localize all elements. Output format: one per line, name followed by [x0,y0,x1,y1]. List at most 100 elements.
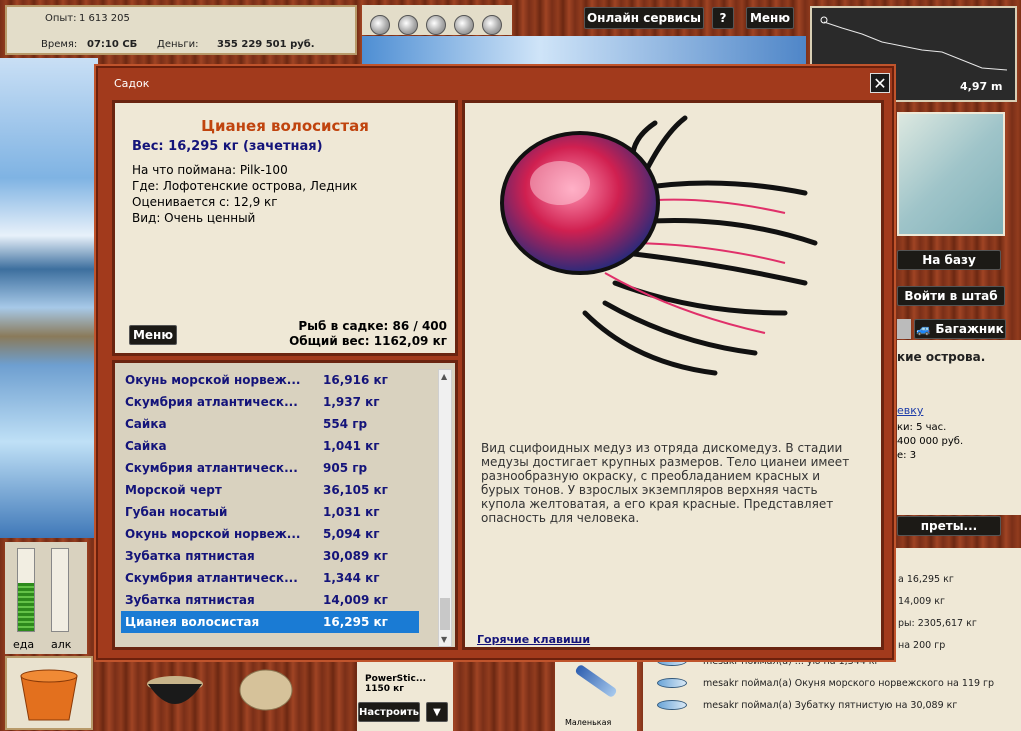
fish-icon [657,700,687,710]
help-button[interactable]: ? [712,7,734,29]
info-line-2: 400 000 руб. [897,436,964,447]
dialog-title: Садок [114,77,150,90]
fish-item-weight: 5,094 кг [323,527,380,541]
fish-weight: Вес: 16,295 кг (зачетная) [132,139,323,154]
exp-value: 1 613 205 [79,13,130,24]
close-button[interactable]: ✕ [870,73,890,93]
fish-item-name: Зубатка пятнистая [125,549,255,563]
fish-item-name: Цианея волосистая [125,615,260,629]
list-item[interactable]: Цианея волосистая 16,295 кг [121,611,419,633]
hotkeys-link[interactable]: Горячие клавиши [477,633,590,646]
fish-item-weight: 1,937 кг [323,395,380,409]
fish-item-name: Сайка [125,417,167,431]
lure-caption: Маленькая [565,718,612,727]
fish-item-name: Сайка [125,439,167,453]
net-shape [239,669,293,711]
list-item[interactable]: Зубатка пятнистая 14,009 кг [121,589,419,611]
food-fill [18,583,34,631]
lure-icon[interactable] [370,15,390,35]
car-icon: 🚙 [916,322,936,336]
dropdown-button[interactable]: ▼ [426,702,448,722]
fish-count: Рыб в садке: 86 / 400 [298,319,447,333]
fish-detail-panel: Вид сцифоидных медуз из отряда дискомеду… [462,100,884,650]
lure-icon[interactable] [426,15,446,35]
online-services-button[interactable]: Онлайн сервисы [584,7,704,29]
location-link[interactable]: евку [897,404,923,417]
tab-stub [897,319,911,339]
fish-item-name: Скумбрия атлантическ... [125,395,298,409]
list-scrollbar[interactable]: ▲ ▼ [438,369,452,647]
trunk-label: Багажник [935,322,1004,336]
list-item[interactable]: Сайка 554 гр [121,413,419,435]
bucket-slot[interactable] [5,656,93,730]
fish-item-weight: 1,031 кг [323,505,380,519]
fish-kind: Вид: Очень ценный [132,211,256,225]
landscape-image [0,58,98,538]
location-title: кие острова. [897,350,986,364]
fish-item-name: Скумбрия атлантическ... [125,571,298,585]
list-item[interactable]: Морской черт 36,105 кг [121,479,419,501]
net-icon[interactable] [232,660,302,716]
list-item[interactable]: Окунь морской норвеж... 5,094 кг [121,523,419,545]
lure-slot[interactable]: Маленькая [555,662,637,731]
lure-bait-icon [574,663,618,699]
list-item[interactable]: Скумбрия атлантическ... 905 гр [121,457,419,479]
fish-tank-dialog: Садок ✕ Цианея волосистая Вес: 16,295 кг… [96,66,894,660]
rod-weight: 1150 кг [365,684,404,694]
menu-button[interactable]: Меню [746,7,794,29]
rod-name: PowerStic... [365,674,427,684]
to-base-button[interactable]: На базу [897,250,1001,270]
fish-item-weight: 14,009 кг [323,593,388,607]
alc-meter [51,548,69,632]
fish-item-weight: 16,295 кг [323,615,388,629]
list-item[interactable]: Скумбрия атлантическ... 1,344 кг [121,567,419,589]
time-value: 07:10 СБ [87,39,138,50]
fish-list: Окунь морской норвеж... 16,916 кг Скумбрия… [112,360,458,650]
pot-icon[interactable] [140,662,210,718]
bans-button[interactable]: преты... [897,516,1001,536]
list-item[interactable]: Окунь морской норвеж... 16,916 кг [121,369,419,391]
alc-label: алк [51,638,72,651]
area-map[interactable] [897,112,1005,236]
fish-item-name: Скумбрия атлантическ... [125,461,298,475]
feed-line: а 16,295 кг [898,574,954,585]
feed-line: mesakr поймал(а) Зубатку пятнистую на 30… [703,700,958,711]
lure-icon[interactable] [454,15,474,35]
trunk-button[interactable]: 🚙 Багажник [914,319,1006,339]
fish-item-weight: 905 гр [323,461,368,475]
caught-where: Где: Лофотенские острова, Ледник [132,179,358,193]
list-item[interactable]: Зубатка пятнистая 30,089 кг [121,545,419,567]
list-item[interactable]: Сайка 1,041 кг [121,435,419,457]
jellyfish-image [500,115,818,376]
scroll-up-icon[interactable]: ▲ [441,372,447,381]
money-value: 355 229 501 руб. [217,39,315,50]
fish-name: Цианея волосистая [201,117,369,135]
sky-strip [362,36,806,66]
fish-item-weight: 16,916 кг [323,373,388,387]
lure-icon[interactable] [482,15,502,35]
feed-line: ры: 2305,617 кг [898,618,977,629]
setup-button[interactable]: Настроить [358,702,420,722]
close-icon: ✕ [873,73,887,93]
fish-item-weight: 1,344 кг [323,571,380,585]
fish-icon [657,678,687,688]
fish-item-weight: 1,041 кг [323,439,380,453]
food-label: еда [13,638,35,651]
tank-menu-button[interactable]: Меню [129,325,177,345]
feed-line: 14,009 кг [898,596,945,607]
lure-slots [362,5,512,35]
fish-item-weight: 30,089 кг [323,549,388,563]
fish-item-weight: 554 гр [323,417,368,431]
scroll-thumb[interactable] [440,598,450,630]
lure-icon[interactable] [398,15,418,35]
enter-hq-button[interactable]: Войти в штаб [897,286,1005,306]
scroll-down-icon[interactable]: ▼ [441,635,447,644]
player-stats-panel: Опыт: 1 613 205 Время: 07:10 СБ Деньги: … [5,5,357,55]
location-info: кие острова. евку ки: 5 час. 400 000 руб… [897,340,1021,515]
feed-line: mesakr поймал(а) Окуня морского норвежск… [703,678,995,689]
fish-item-name: Окунь морской норвеж... [125,527,301,541]
list-item[interactable]: Скумбрия атлантическ... 1,937 кг [121,391,419,413]
list-item[interactable]: Губан носатый 1,031 кг [121,501,419,523]
fish-item-name: Губан носатый [125,505,228,519]
distance-readout: 4,97 m [960,80,1003,93]
